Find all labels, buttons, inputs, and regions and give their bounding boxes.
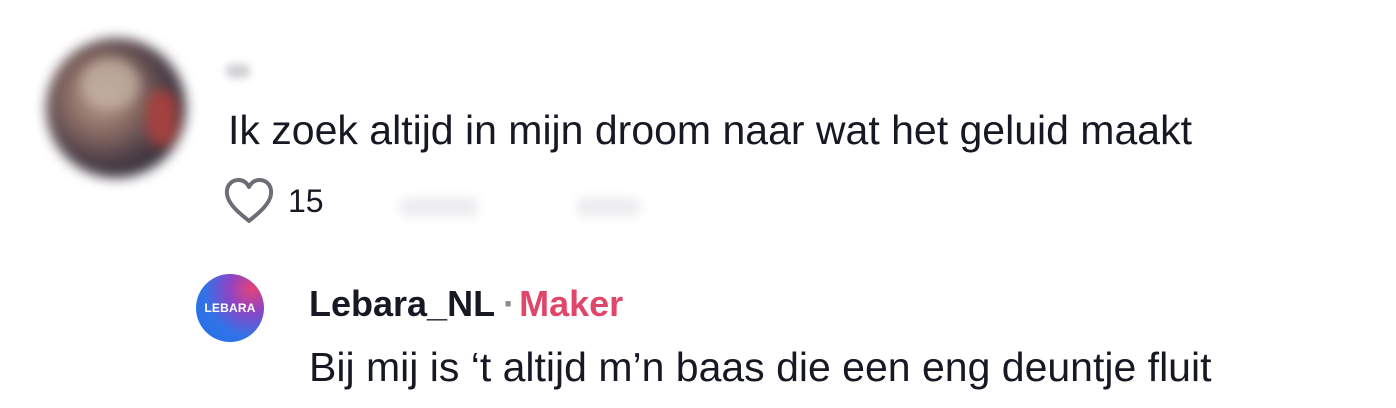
comment-text: Ik zoek altijd in mijn droom naar wat he…: [228, 107, 1192, 153]
like-count: 15: [288, 182, 324, 219]
lebara-logo: LEBARA: [204, 301, 256, 315]
avatar[interactable]: [46, 38, 186, 178]
comment-thread: Ik zoek altijd in mijn droom naar wat he…: [0, 0, 1396, 408]
separator-dot: ·: [503, 283, 516, 324]
reply-header: Lebara_NL · Maker: [309, 282, 623, 326]
heart-icon[interactable]: [222, 176, 276, 226]
like-row: 15: [222, 176, 324, 226]
comment-username-blurred[interactable]: [226, 64, 250, 78]
reply-text: Bij mij is ‘t altijd m’n baas die een en…: [309, 344, 1212, 390]
reply-username[interactable]: Lebara_NL: [309, 283, 495, 324]
lebara-avatar[interactable]: LEBARA: [196, 274, 264, 342]
comment-meta-blurred: [400, 198, 640, 216]
creator-badge: Maker: [519, 283, 624, 324]
